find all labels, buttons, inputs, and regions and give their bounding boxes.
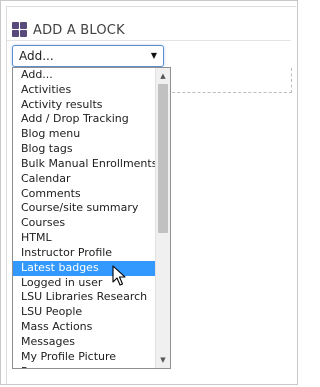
dropdown-option[interactable]: Messages <box>13 335 157 350</box>
dropdown-option[interactable]: Add... <box>13 68 157 83</box>
dropdown-option[interactable]: Add / Drop Tracking <box>13 112 157 127</box>
mouse-pointer-icon <box>112 265 126 286</box>
dropdown-option[interactable]: Mass Actions <box>13 320 157 335</box>
header-divider <box>7 40 291 41</box>
panel-title: ADD A BLOCK <box>33 23 125 38</box>
dropdown-options: Add... Activities Activity results Add / Dr… <box>13 68 157 368</box>
dropdown-option[interactable]: LSU Libraries Research <box>13 290 157 305</box>
dropdown-option[interactable]: Comments <box>13 187 157 202</box>
dropdown-scrollbar[interactable]: ▲ ▼ <box>155 68 170 368</box>
dropdown-option[interactable]: Courses <box>13 216 157 231</box>
drop-zone-outline <box>167 68 292 93</box>
dropdown-option[interactable]: Logged in user <box>13 276 157 291</box>
add-block-select[interactable]: Add... ▼ <box>12 45 164 67</box>
dropdown-option[interactable]: Activity results <box>13 98 157 113</box>
dropdown-option[interactable]: LSU People <box>13 305 157 320</box>
dropdown-option[interactable]: Latest badges <box>13 260 157 276</box>
dropdown-option[interactable]: Calendar <box>13 172 157 187</box>
dropdown-option[interactable]: Blog tags <box>13 142 157 157</box>
dropdown-option[interactable]: Instructor Profile <box>13 246 157 261</box>
scrollbar-thumb[interactable] <box>158 84 168 233</box>
add-block-dropdown-list[interactable]: Add... Activities Activity results Add / Dr… <box>12 67 171 369</box>
dropdown-option[interactable]: Bulk Manual Enrollments <box>13 157 157 172</box>
dropdown-option[interactable]: P... <box>13 365 157 368</box>
scroll-up-arrow-icon[interactable]: ▲ <box>156 69 170 83</box>
dropdown-option[interactable]: My Profile Picture <box>13 350 157 365</box>
dropdown-option[interactable]: HTML <box>13 231 157 246</box>
chevron-down-icon: ▼ <box>150 51 157 60</box>
dropdown-option[interactable]: Activities <box>13 83 157 98</box>
dropdown-option[interactable]: Course/site summary <box>13 201 157 216</box>
scroll-down-arrow-icon[interactable]: ▼ <box>156 353 170 367</box>
dropdown-option[interactable]: Blog menu <box>13 127 157 142</box>
select-current-value: Add... <box>19 49 54 63</box>
blocks-grid-icon <box>12 22 27 37</box>
